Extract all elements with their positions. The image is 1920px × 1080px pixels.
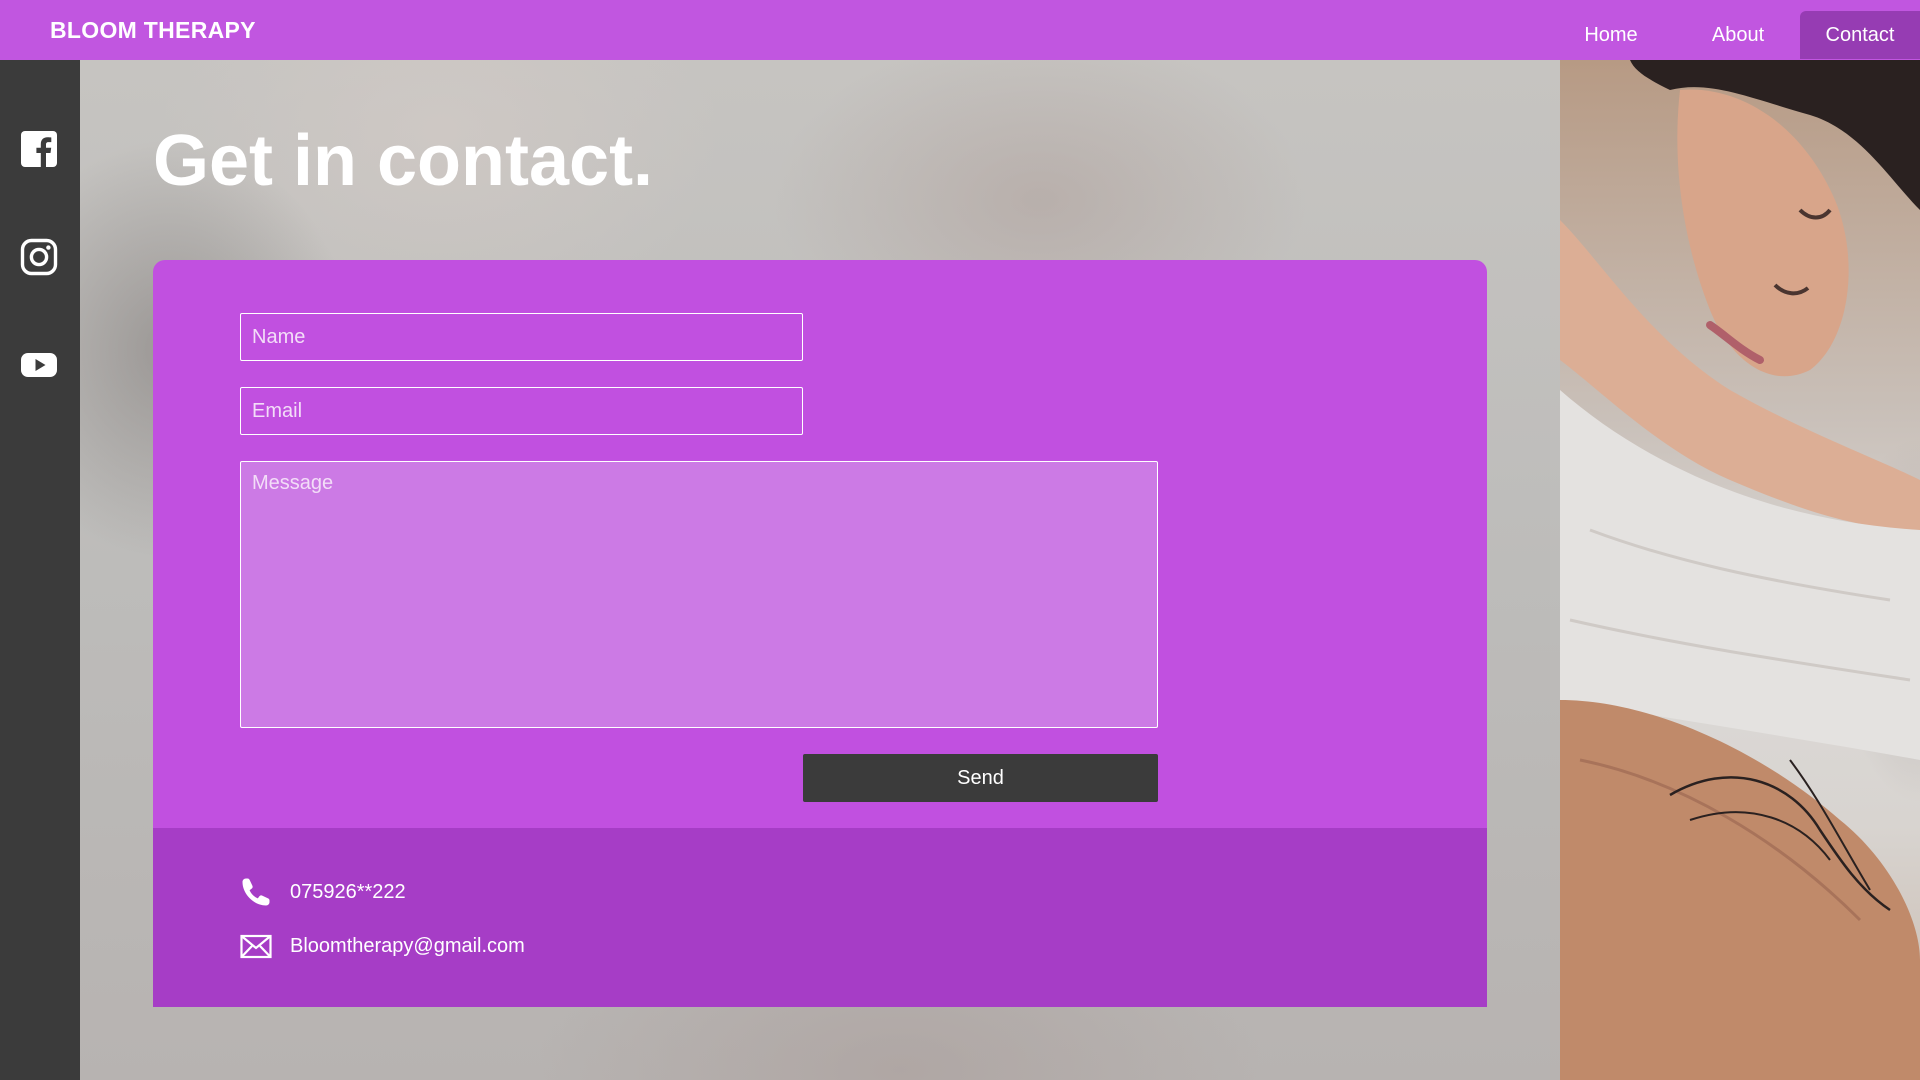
email-info: Bloomtherapy@gmail.com: [240, 930, 525, 962]
facebook-icon[interactable]: [20, 130, 58, 168]
email-input[interactable]: [240, 387, 803, 435]
youtube-icon[interactable]: [20, 346, 58, 384]
page-title: Get in contact.: [153, 121, 654, 201]
massage-photo-illustration: [1560, 60, 1920, 1080]
nav-contact-link[interactable]: Contact: [1800, 11, 1920, 59]
phone-info: 075926**222: [240, 876, 406, 908]
contact-info-band: 075926**222 Bloomtherapy@gmail.com: [153, 828, 1487, 1007]
envelope-icon: [240, 930, 272, 962]
social-sidebar: [0, 60, 80, 1080]
nav-home-link[interactable]: Home: [1546, 11, 1676, 59]
massage-photo: [1560, 60, 1920, 1080]
top-nav-bar: BLOOM THERAPY Home About Contact: [0, 0, 1920, 60]
send-button[interactable]: Send: [803, 754, 1158, 802]
message-textarea[interactable]: [240, 461, 1158, 728]
name-input[interactable]: [240, 313, 803, 361]
nav-about-link[interactable]: About: [1682, 11, 1794, 59]
contact-card: Send 075926**222 Bloomtherapy@gmail.com: [153, 260, 1487, 1007]
email-address[interactable]: Bloomtherapy@gmail.com: [290, 935, 525, 958]
instagram-icon[interactable]: [20, 238, 58, 276]
phone-number: 075926**222: [290, 880, 406, 903]
phone-icon: [240, 876, 272, 908]
main-nav: Home About Contact: [1546, 0, 1920, 60]
brand-logo-text[interactable]: BLOOM THERAPY: [50, 17, 256, 44]
